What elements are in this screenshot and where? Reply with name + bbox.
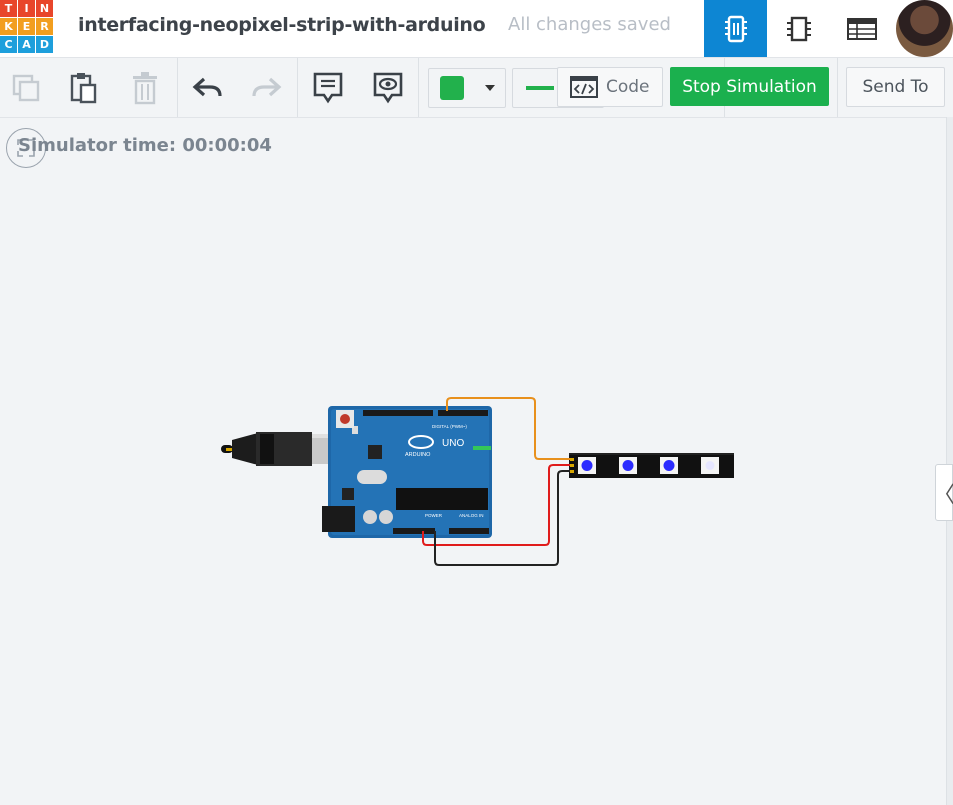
board-analog-label: ANALOG IN (459, 513, 484, 518)
code-editor-icon (570, 76, 598, 98)
top-bar: TIN KER CAD interfacing-neopixel-strip-wit… (0, 0, 953, 58)
wire-color-swatch (440, 76, 464, 100)
wire-type-preview (526, 86, 554, 90)
schematic-view-icon (786, 16, 811, 41)
tinkercad-logo[interactable]: TIN KER CAD (0, 0, 53, 53)
circuit-view-button[interactable] (704, 0, 767, 57)
paste-icon (70, 72, 97, 103)
notes-button[interactable] (308, 58, 348, 117)
logo-letter: K (0, 18, 17, 35)
board-model-label: UNO (442, 438, 464, 449)
toolbar-divider (837, 58, 838, 117)
project-title[interactable]: interfacing-neopixel-strip-with-arduino (78, 14, 486, 36)
toolbar-divider (297, 58, 298, 117)
notes-icon (313, 72, 343, 103)
chevron-down-icon (485, 85, 495, 91)
schematic-view-button[interactable] (767, 0, 830, 57)
redo-button[interactable] (246, 58, 286, 117)
toolbar-divider (418, 58, 419, 117)
logo-letter: E (18, 18, 35, 35)
neopixel-led (578, 457, 596, 474)
toolbar-divider (177, 58, 178, 117)
wire-color-selector[interactable] (428, 68, 506, 108)
notes-visibility-button[interactable] (368, 58, 408, 117)
copy-icon (12, 74, 40, 101)
component-list-icon (846, 17, 877, 40)
neopixel-led (619, 457, 637, 474)
components-panel-toggle[interactable]: 〈 (933, 464, 953, 521)
save-status: All changes saved (508, 14, 671, 35)
code-button[interactable]: Code (557, 67, 663, 107)
arduino-uno-board[interactable]: UNO ARDUINO DIGITAL (PWM~) POWER ANALOG … (322, 406, 492, 538)
code-button-label: Code (606, 77, 650, 97)
logo-letter: D (36, 36, 53, 53)
circuit-drawing: UNO ARDUINO DIGITAL (PWM~) POWER ANALOG … (221, 397, 734, 566)
logo-letter: R (36, 18, 53, 35)
board-brand-label: ARDUINO (405, 452, 431, 458)
component-list-button[interactable] (830, 0, 893, 57)
stop-simulation-button[interactable]: Stop Simulation (670, 67, 829, 106)
logo-letter: A (18, 36, 35, 53)
simulator-time: Simulator time: 00:00:04 (18, 135, 272, 156)
board-digital-label: DIGITAL (PWM~) (432, 424, 467, 429)
neopixel-strip[interactable] (569, 453, 734, 478)
logo-letter: N (36, 0, 53, 17)
logo-letter: T (0, 0, 17, 17)
delete-icon (133, 71, 157, 104)
paste-button[interactable] (64, 58, 104, 117)
board-power-label: POWER (425, 513, 443, 518)
send-to-button[interactable]: Send To (846, 67, 945, 107)
neopixel-led (701, 457, 719, 474)
logo-letter: I (18, 0, 35, 17)
logo-letter: C (0, 36, 17, 53)
toolbar: Code Stop Simulation Send To (0, 58, 953, 118)
neopixel-led (660, 457, 678, 474)
chevron-left-icon: 〈 (933, 482, 953, 508)
delete-button[interactable] (125, 58, 165, 117)
right-panel-edge (946, 117, 953, 805)
redo-icon (252, 77, 282, 96)
circuit-view-icon (724, 15, 747, 42)
user-avatar[interactable] (896, 0, 953, 57)
visibility-icon (373, 72, 403, 103)
copy-button[interactable] (6, 58, 46, 117)
undo-button[interactable] (188, 58, 228, 117)
undo-icon (192, 77, 222, 96)
